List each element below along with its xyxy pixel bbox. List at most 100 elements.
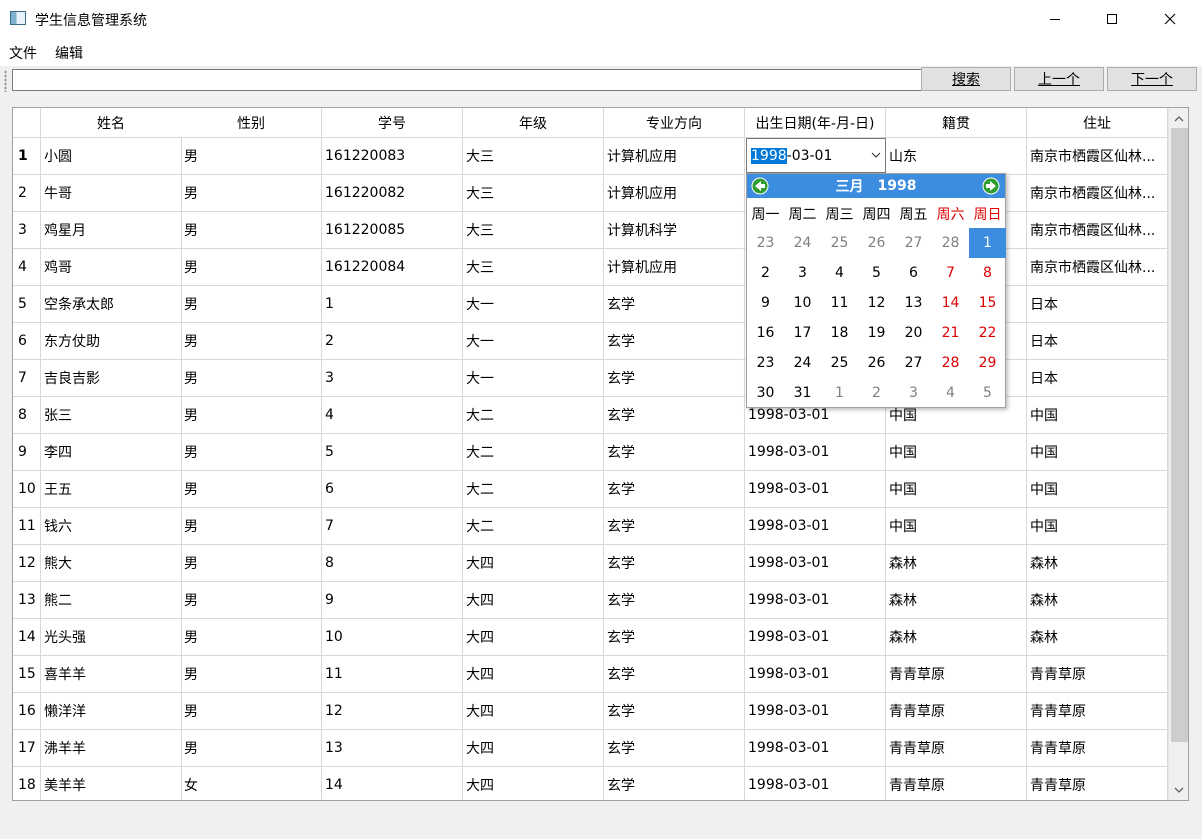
row-header[interactable]: 15	[13, 656, 41, 693]
table-cell[interactable]: 1998-03-01	[745, 767, 886, 800]
table-cell[interactable]: 牛哥	[41, 175, 182, 212]
row-header[interactable]: 13	[13, 582, 41, 619]
table-cell[interactable]: 大四	[463, 693, 604, 730]
table-cell[interactable]: 计算机应用	[604, 249, 745, 286]
table-cell[interactable]: 中国	[1027, 397, 1168, 434]
table-cell[interactable]: 懒洋洋	[41, 693, 182, 730]
table-cell[interactable]: 5	[322, 434, 463, 471]
table-cell[interactable]: 玄学	[604, 471, 745, 508]
row-header[interactable]: 12	[13, 545, 41, 582]
table-cell[interactable]: 森林	[1027, 582, 1168, 619]
table-cell[interactable]: 男	[181, 619, 322, 656]
table-cell[interactable]: 男	[181, 360, 322, 397]
calendar-day-selected[interactable]: 1	[969, 228, 1006, 258]
table-cell[interactable]: 大四	[463, 619, 604, 656]
row-header[interactable]: 14	[13, 619, 41, 656]
calendar-day[interactable]: 26	[858, 348, 895, 378]
table-cell[interactable]: 森林	[886, 545, 1027, 582]
birthdate-editor[interactable]: 1998 -03-01	[746, 138, 886, 173]
table-cell[interactable]: 森林	[1027, 619, 1168, 656]
table-cell[interactable]: 大一	[463, 323, 604, 360]
table-cell[interactable]: 男	[181, 323, 322, 360]
table-cell[interactable]: 1998-03-01	[745, 656, 886, 693]
table-cell[interactable]: 空条承太郎	[41, 286, 182, 323]
table-cell[interactable]: 男	[181, 286, 322, 323]
search-button[interactable]: 搜索	[921, 67, 1011, 91]
next-button[interactable]: 下一个	[1107, 67, 1197, 91]
table-cell[interactable]: 南京市栖霞区仙林...	[1027, 249, 1168, 286]
table-cell[interactable]: 玄学	[604, 730, 745, 767]
calendar-day[interactable]: 24	[784, 348, 821, 378]
calendar-day[interactable]: 20	[895, 318, 932, 348]
table-cell[interactable]: 1998-03-01	[745, 693, 886, 730]
table-cell[interactable]: 161220083	[322, 138, 463, 175]
table-cell[interactable]: 男	[181, 582, 322, 619]
table-cell[interactable]: 大四	[463, 545, 604, 582]
table-cell[interactable]: 男	[181, 508, 322, 545]
calendar-day[interactable]: 3	[895, 378, 932, 408]
table-cell[interactable]: 森林	[1027, 545, 1168, 582]
calendar-day[interactable]: 10	[784, 288, 821, 318]
calendar-day[interactable]: 28	[932, 228, 969, 258]
table-cell[interactable]: 男	[181, 730, 322, 767]
calendar-day[interactable]: 15	[969, 288, 1006, 318]
column-header[interactable]: 性别	[181, 108, 322, 138]
table-cell[interactable]: 大三	[463, 138, 604, 175]
student-table[interactable]: 姓名 性别 学号 年级 专业方向 出生日期(年-月-日) 籍贯 住址 1 小圆男 161220083…	[12, 107, 1189, 801]
calendar-day[interactable]: 5	[969, 378, 1006, 408]
table-cell[interactable]: 13	[322, 730, 463, 767]
table-cell[interactable]: 男	[181, 212, 322, 249]
table-cell[interactable]: 计算机应用	[604, 175, 745, 212]
next-month-icon[interactable]	[982, 177, 1000, 195]
table-cell[interactable]: 青青草原	[886, 730, 1027, 767]
calendar-day[interactable]: 3	[784, 258, 821, 288]
table-cell[interactable]: 1998-03-01	[745, 582, 886, 619]
table-cell[interactable]: 沸羊羊	[41, 730, 182, 767]
table-cell[interactable]: 大二	[463, 397, 604, 434]
calendar-day[interactable]: 26	[858, 228, 895, 258]
table-cell[interactable]: 男	[181, 434, 322, 471]
calendar-day[interactable]: 2	[858, 378, 895, 408]
table-cell[interactable]: 玄学	[604, 619, 745, 656]
table-cell[interactable]: 161220084	[322, 249, 463, 286]
table-cell[interactable]: 男	[181, 138, 322, 175]
calendar-day[interactable]: 27	[895, 348, 932, 378]
calendar-day[interactable]: 19	[858, 318, 895, 348]
table-cell[interactable]: 计算机科学	[604, 212, 745, 249]
calendar-day[interactable]: 9	[747, 288, 784, 318]
table-cell[interactable]: 男	[181, 471, 322, 508]
table-cell[interactable]: 熊大	[41, 545, 182, 582]
table-cell[interactable]: 男	[181, 693, 322, 730]
calendar-day[interactable]: 27	[895, 228, 932, 258]
calendar-day[interactable]: 7	[932, 258, 969, 288]
previous-button[interactable]: 上一个	[1014, 67, 1104, 91]
table-cell[interactable]: 大二	[463, 434, 604, 471]
table-cell[interactable]: 大一	[463, 286, 604, 323]
toolbar-grip[interactable]	[4, 70, 7, 92]
calendar-day[interactable]: 13	[895, 288, 932, 318]
row-header[interactable]: 3	[13, 212, 41, 249]
calendar-day[interactable]: 5	[858, 258, 895, 288]
table-cell[interactable]: 大三	[463, 175, 604, 212]
row-header[interactable]: 5	[13, 286, 41, 323]
table-cell[interactable]: 14	[322, 767, 463, 800]
table-cell[interactable]: 大一	[463, 360, 604, 397]
minimize-button[interactable]	[1026, 0, 1084, 38]
table-cell[interactable]: 12	[322, 693, 463, 730]
calendar-day[interactable]: 25	[821, 228, 858, 258]
table-cell[interactable]: 青青草原	[1027, 693, 1168, 730]
close-button[interactable]	[1141, 0, 1199, 38]
table-cell[interactable]: 男	[181, 175, 322, 212]
table-cell[interactable]: 山东	[886, 138, 1027, 175]
row-header[interactable]: 4	[13, 249, 41, 286]
date-rest[interactable]: -03-01	[787, 148, 833, 164]
table-cell[interactable]: 青青草原	[1027, 730, 1168, 767]
table-cell[interactable]: 1	[322, 286, 463, 323]
calendar-day[interactable]: 23	[747, 228, 784, 258]
table-cell[interactable]: 男	[181, 656, 322, 693]
table-cell[interactable]: 4	[322, 397, 463, 434]
vertical-scrollbar[interactable]	[1168, 108, 1188, 800]
calendar-day[interactable]: 2	[747, 258, 784, 288]
column-header[interactable]: 专业方向	[604, 108, 745, 138]
table-cell[interactable]: 日本	[1027, 360, 1168, 397]
